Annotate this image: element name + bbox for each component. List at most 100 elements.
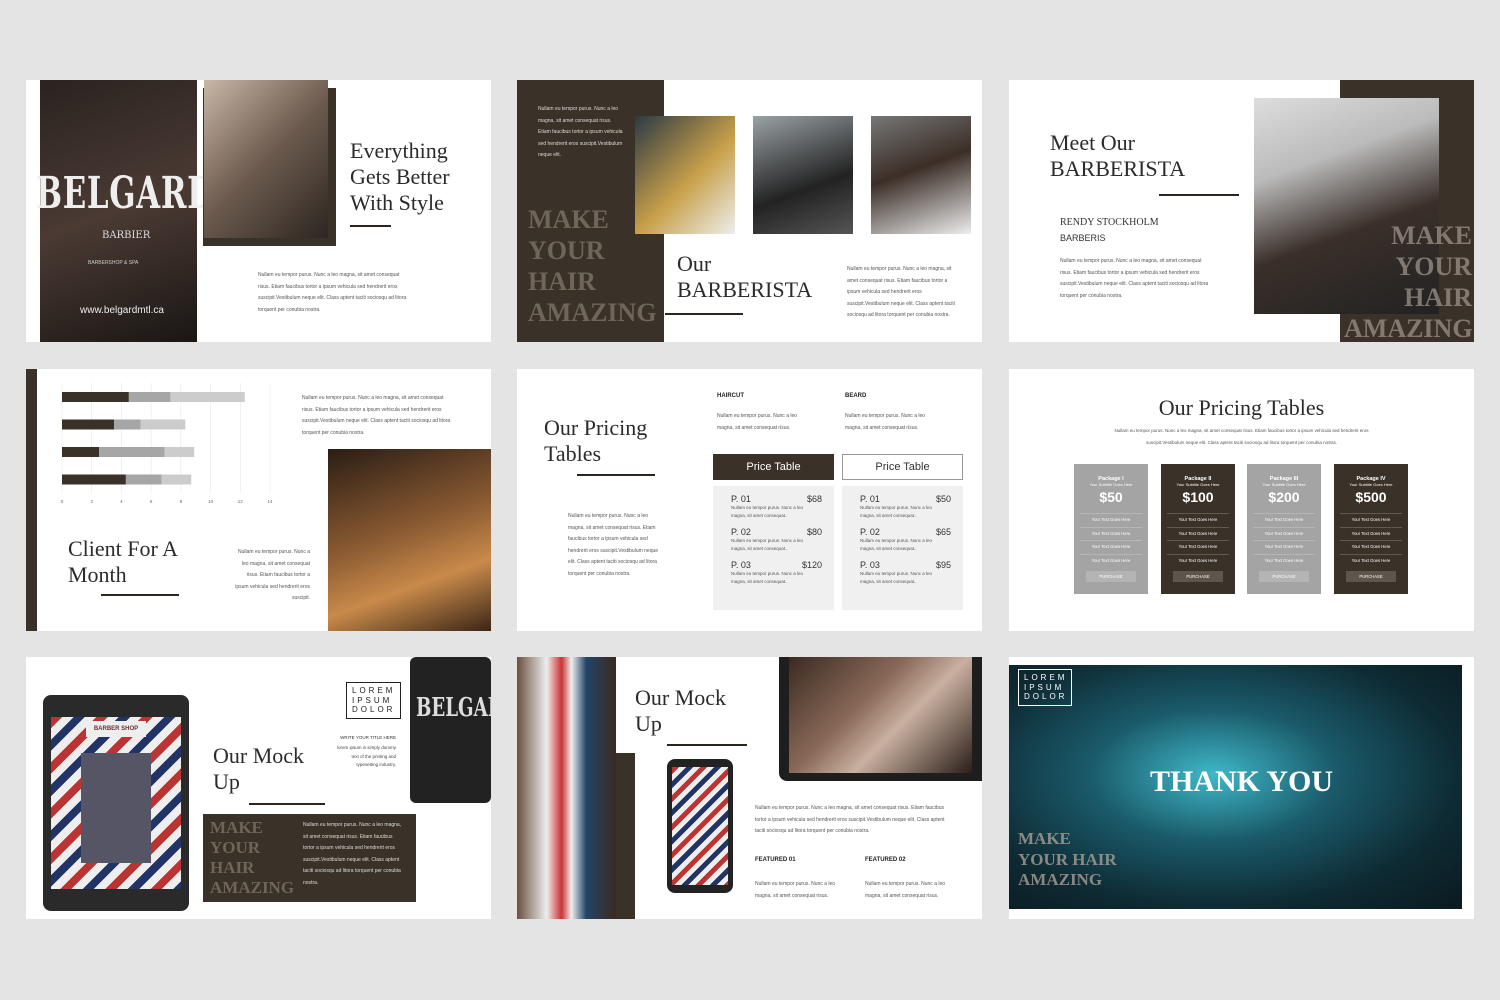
bar-segment bbox=[164, 447, 195, 457]
item-label: P. 01 bbox=[731, 494, 751, 504]
package-feature: Your Text Goes Here bbox=[1080, 540, 1142, 554]
body-text: Nullam eu tempor purus. Nunc a leo magna… bbox=[1060, 258, 1209, 299]
bar-segment bbox=[161, 474, 192, 485]
divider bbox=[577, 474, 655, 476]
featured-02-text: Nullam eu tempor purus. Nunc a leo magna… bbox=[865, 881, 946, 899]
slide-thank-you[interactable]: LOREM IPSUM DOLOR THANK YOU MAKE YOUR HA… bbox=[1009, 657, 1474, 919]
package-feature: Your Text Goes Here bbox=[1167, 540, 1229, 554]
bar-segment bbox=[99, 447, 165, 457]
slide-title: Our Mock Up bbox=[213, 743, 305, 794]
dummy-text: lorem ipsum is simply dummy text of the … bbox=[336, 745, 396, 767]
price-item: P. 02 $80 Nullam eu tempor purus. Nunc a l… bbox=[731, 527, 822, 553]
barberista-name: RENDY STOCKHOLM bbox=[1060, 217, 1159, 228]
body-text: Nullam eu tempor purus. Nunc a leo magna… bbox=[302, 395, 451, 436]
item-label: P. 01 bbox=[860, 494, 880, 504]
price-table-haircut: P. 01 $68 Nullam eu tempor purus. Nunc a l… bbox=[713, 486, 834, 610]
slide-client-month[interactable]: 0 2 4 6 8 10 12 14 Nullam eu tempor purus. Nunc… bbox=[26, 369, 491, 631]
sign-text: BELGARD bbox=[416, 693, 491, 723]
x-tick-label: 6 bbox=[150, 499, 153, 504]
slide-title: Our Pricing Tables bbox=[544, 415, 648, 466]
slide-title: Meet Our BARBERISTA bbox=[1050, 130, 1186, 181]
phone-mockup: BELGARD bbox=[410, 657, 491, 803]
price-item: P. 01 $50 Nullam eu tempor purus. Nunc a l… bbox=[860, 494, 951, 520]
slide-mockup-phone[interactable]: Our Mock Up Nullam eu tempor purus. Nunc… bbox=[517, 657, 982, 919]
price-table-beard: P. 01 $50 Nullam eu tempor purus. Nunc a l… bbox=[842, 486, 963, 610]
package-card: Package I Your Subtitle Goes Here $50 You… bbox=[1074, 464, 1148, 594]
stacked-bar-chart: 0 2 4 6 8 10 12 14 bbox=[61, 383, 273, 504]
bar-segment bbox=[128, 392, 171, 402]
barber-photo-3 bbox=[871, 116, 971, 234]
package-feature: Your Text Goes Here bbox=[1167, 526, 1229, 541]
slide-title: Our Mock Up bbox=[635, 685, 727, 736]
barber-photo-2 bbox=[753, 116, 853, 234]
barbershop-sign-photo: BELGARD BARBIER BARBERSHOP & SPA www.bel… bbox=[36, 80, 214, 342]
divider bbox=[665, 313, 743, 315]
price-table-header-beard: Price Table bbox=[842, 454, 963, 480]
barber-photo-1 bbox=[635, 116, 735, 234]
package-feature: Your Text Goes Here bbox=[1253, 553, 1315, 568]
purchase-button[interactable]: PURCHASE bbox=[1346, 571, 1396, 582]
body-text: Nullam eu tempor purus. Nunc a leo magna… bbox=[568, 513, 659, 577]
slide-meet-barberista[interactable]: MAKE YOUR HAIR AMAZING Meet Our BARBERIS… bbox=[1009, 80, 1474, 342]
barbershop-interior-photo bbox=[328, 449, 491, 631]
item-price: $120 bbox=[801, 560, 822, 570]
bar-segment bbox=[62, 447, 100, 457]
purchase-button[interactable]: PURCHASE bbox=[1259, 571, 1309, 582]
purchase-button[interactable]: PURCHASE bbox=[1086, 571, 1136, 582]
item-price: $68 bbox=[806, 494, 822, 504]
slogan-overlay: MAKE YOUR HAIR AMAZING bbox=[1344, 221, 1473, 342]
slide-pricing-packages[interactable]: Our Pricing Tables Nullam eu tempor puru… bbox=[1009, 369, 1474, 631]
item-desc: Nullam eu tempor purus. Nunc a leo magna… bbox=[860, 505, 933, 518]
item-label: P. 02 bbox=[860, 527, 880, 537]
slide-mockup-tablet[interactable]: BARBER SHOP Our Mock Up LOREM IPSUM DOLO… bbox=[26, 657, 491, 919]
package-feature: Your Text Goes Here bbox=[1253, 513, 1315, 527]
x-tick-label: 4 bbox=[120, 499, 123, 504]
bar-segment bbox=[170, 392, 245, 402]
package-card: Package III Your Subtitle Goes Here $200… bbox=[1247, 464, 1321, 594]
x-tick-label: 10 bbox=[208, 499, 214, 504]
item-price: $50 bbox=[935, 494, 951, 504]
package-subtitle: Your Subtitle Goes Here bbox=[1176, 482, 1220, 487]
item-label: P. 03 bbox=[860, 560, 880, 570]
divider bbox=[350, 225, 391, 227]
package-subtitle: Your Subtitle Goes Here bbox=[1089, 482, 1133, 487]
slide-our-barberista[interactable]: Nullam eu tempor purus. Nunc a leo magna… bbox=[517, 80, 982, 342]
barber-pole-photo bbox=[517, 657, 616, 919]
barberista-role: BARBERIS bbox=[1060, 233, 1106, 243]
item-desc: Nullam eu tempor purus. Nunc a leo magna… bbox=[731, 505, 804, 518]
package-feature: Your Text Goes Here bbox=[1253, 526, 1315, 541]
divider bbox=[1159, 194, 1239, 196]
price-item: P. 02 $65 Nullam eu tempor purus. Nunc a l… bbox=[860, 527, 951, 553]
bar-segment bbox=[140, 419, 186, 430]
package-feature: Your Text Goes Here bbox=[1080, 526, 1142, 541]
box-text: Nullam eu tempor purus. Nunc a leo magna… bbox=[303, 822, 402, 886]
purchase-button[interactable]: PURCHASE bbox=[1173, 571, 1223, 582]
slogan-box: MAKE YOUR HAIR AMAZING Nullam eu tempor … bbox=[203, 814, 416, 902]
x-tick-label: 2 bbox=[90, 499, 93, 504]
accent-strip bbox=[616, 753, 635, 919]
body-text: Nullam eu tempor purus. Nunc a leo magna… bbox=[847, 266, 955, 318]
package-feature: Your Text Goes Here bbox=[1340, 513, 1402, 527]
shop-sign: BARBER SHOP bbox=[86, 721, 146, 737]
package-feature: Your Text Goes Here bbox=[1340, 526, 1402, 541]
package-feature: Your Text Goes Here bbox=[1080, 513, 1142, 527]
slide-everything-better[interactable]: BELGARD BARBIER BARBERSHOP & SPA www.bel… bbox=[26, 80, 491, 342]
body-text: Nullam eu tempor purus. Nunc a leo magna… bbox=[1114, 428, 1369, 445]
phone-mockup bbox=[667, 759, 733, 893]
item-price: $95 bbox=[935, 560, 951, 570]
slide-pricing-tables[interactable]: Our Pricing Tables Nullam eu tempor puru… bbox=[517, 369, 982, 631]
package-card: Package II Your Subtitle Goes Here $100 Y… bbox=[1161, 464, 1235, 594]
package-card: Package IV Your Subtitle Goes Here $500 Y… bbox=[1334, 464, 1408, 594]
item-price: $80 bbox=[806, 527, 822, 537]
divider bbox=[101, 594, 179, 596]
barber-cutting-photo bbox=[204, 80, 328, 238]
tablet-mockup: BARBER SHOP bbox=[43, 695, 189, 911]
bar-segment bbox=[114, 419, 141, 430]
lorem-badge: LOREM IPSUM DOLOR bbox=[1018, 669, 1072, 706]
lorem-badge: LOREM IPSUM DOLOR bbox=[346, 682, 401, 719]
slide-title: Everything Gets Better With Style bbox=[350, 138, 450, 215]
price-table-header-haircut: Price Table bbox=[713, 454, 834, 480]
item-desc: Nullam eu tempor purus. Nunc a leo magna… bbox=[731, 571, 804, 584]
package-price: $500 bbox=[1355, 489, 1387, 505]
featured-02-heading: FEATURED 02 bbox=[865, 857, 906, 863]
